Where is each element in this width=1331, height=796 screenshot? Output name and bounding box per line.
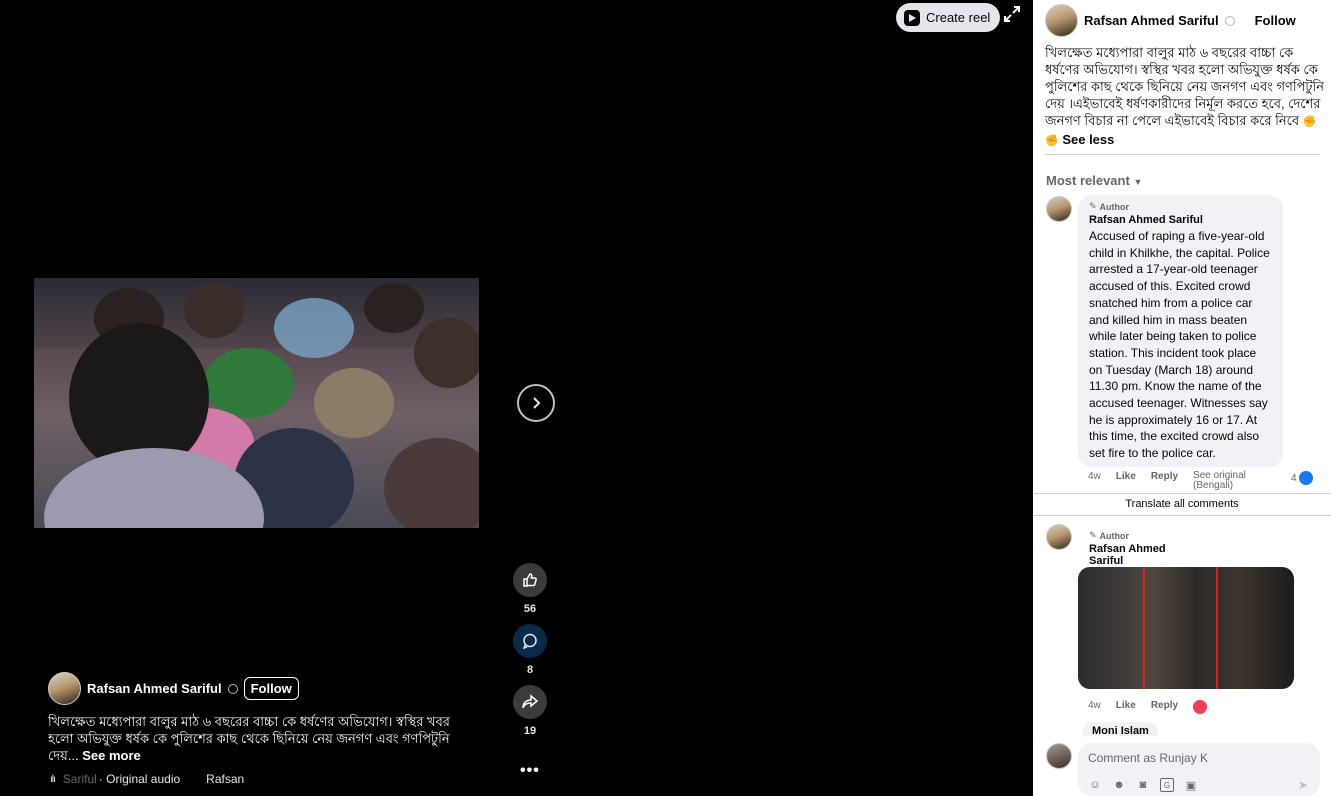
comment-action[interactable]: 8 xyxy=(512,624,548,676)
sort-label: Most relevant xyxy=(1046,173,1130,188)
reaction-count-value: 4 xyxy=(1291,472,1297,484)
divider xyxy=(1045,154,1320,155)
comments-panel: Rafsan Ahmed Sariful Follow খিলক্ষেত মধ্… xyxy=(1033,0,1331,796)
comment-icon xyxy=(522,633,537,649)
video-area: Create reel 56 8 19 ••• Rafsan Ahmed Sar… xyxy=(0,0,1033,796)
sort-dropdown[interactable]: Most relevant ▼ xyxy=(1046,173,1142,188)
pencil-icon: ✎ xyxy=(1089,530,1097,540)
comment-time[interactable]: 4w xyxy=(1088,700,1101,714)
like-reaction-icon xyxy=(1298,471,1313,485)
overlay-caption: খিলক্ষেত মধ্যেপারা বালুর মাঠ ৬ বছরের বাচ… xyxy=(48,713,458,764)
comment-composer: ☺ ☻ ◙ G ▣ ➤ xyxy=(1033,736,1331,796)
comment-actions: 4w Like Reply xyxy=(1088,700,1208,714)
comment-text: Accused of raping a five-year-old child … xyxy=(1089,229,1270,461)
share-icon xyxy=(522,694,538,709)
reel-icon xyxy=(904,9,920,26)
audio-wave-icon: ılı xyxy=(50,773,56,785)
overlay-follow-button[interactable]: Follow xyxy=(243,677,299,700)
comment-author[interactable]: Rafsan Ahmed Sariful xyxy=(1089,214,1272,226)
camera-icon[interactable]: ◙ xyxy=(1136,778,1150,792)
next-video-button[interactable] xyxy=(517,384,555,422)
image-divider xyxy=(1216,567,1218,689)
audio-label: · Original audio xyxy=(98,772,181,786)
caret-down-icon: ▼ xyxy=(1133,177,1143,187)
comment-reply-button[interactable]: Reply xyxy=(1151,471,1178,491)
comment-bubble: ✎ Author Rafsan Ahmed Sariful Accused of… xyxy=(1078,195,1283,467)
audio-user: Rafsan xyxy=(206,772,245,786)
see-original-link[interactable]: See original (Bengali) xyxy=(1193,471,1263,491)
pencil-icon: ✎ xyxy=(1089,201,1097,211)
comment-actions: 4w Like Reply See original (Bengali) xyxy=(1088,471,1263,491)
send-icon[interactable]: ➤ xyxy=(1298,778,1308,792)
comment-button[interactable] xyxy=(513,624,547,658)
reaction-count[interactable]: 4 xyxy=(1291,471,1313,485)
comment-avatar[interactable] xyxy=(1046,196,1072,222)
panel-header: Rafsan Ahmed Sariful Follow xyxy=(1045,4,1296,37)
comment-input[interactable] xyxy=(1088,751,1308,765)
post-text: খিলক্ষেত মধ্যেপারা বালুর মাঠ ৬ বছরের বাচ… xyxy=(1045,44,1325,150)
more-options-icon[interactable]: ••• xyxy=(520,762,540,780)
globe-icon xyxy=(227,683,238,694)
expand-icon[interactable] xyxy=(1003,5,1021,23)
comment-reply-button[interactable]: Reply xyxy=(1151,700,1178,714)
divider xyxy=(1033,515,1331,516)
create-reel-button[interactable]: Create reel xyxy=(896,3,1001,32)
comment-author[interactable]: Rafsan Ahmed Sariful xyxy=(1089,543,1177,567)
post-body: খিলক্ষেত মধ্যেপারা বালুর মাঠ ৬ বছরের বাচ… xyxy=(1045,45,1324,128)
share-count: 19 xyxy=(523,725,537,737)
create-reel-label: Create reel xyxy=(926,10,991,25)
sticker-icon[interactable]: ▣ xyxy=(1184,778,1198,792)
video-frame[interactable] xyxy=(34,278,479,528)
emoji-icon[interactable]: ☻ xyxy=(1112,778,1126,792)
panel-follow-button[interactable]: Follow xyxy=(1255,13,1296,28)
comment-box[interactable]: ☺ ☻ ◙ G ▣ ➤ xyxy=(1078,743,1320,796)
like-action[interactable]: 56 xyxy=(512,563,548,615)
see-more-link[interactable]: See more xyxy=(82,748,141,763)
comment-like-button[interactable]: Like xyxy=(1116,471,1136,491)
see-less-link[interactable]: See less xyxy=(1062,132,1114,147)
like-button[interactable] xyxy=(513,563,547,597)
author-tag: ✎ Author xyxy=(1089,530,1177,541)
divider xyxy=(1033,493,1331,494)
chevron-right-icon xyxy=(533,397,541,409)
composer-tools: ☺ ☻ ◙ G ▣ xyxy=(1088,778,1198,792)
image-divider xyxy=(1143,567,1145,689)
like-count: 56 xyxy=(523,603,537,615)
avatar[interactable] xyxy=(1045,4,1078,37)
comment-bubble: ✎ Author Rafsan Ahmed Sariful xyxy=(1078,524,1188,567)
author-tag: ✎ Author xyxy=(1089,201,1272,212)
comment-time[interactable]: 4w xyxy=(1088,471,1101,491)
avatar-sticker-icon[interactable]: ☺ xyxy=(1088,778,1102,792)
gif-icon[interactable]: G xyxy=(1160,778,1174,792)
audio-row[interactable]: ılı Sariful · Original audio Rafsan xyxy=(50,772,244,786)
comment-image[interactable] xyxy=(1078,567,1294,689)
avatar[interactable] xyxy=(1046,743,1072,769)
author-tag-label: Author xyxy=(1099,201,1130,212)
translate-all-button[interactable]: Translate all comments xyxy=(1033,498,1331,510)
audio-author: Sariful xyxy=(62,772,97,786)
panel-author-name[interactable]: Rafsan Ahmed Sariful xyxy=(1084,13,1219,28)
globe-icon xyxy=(1224,15,1235,26)
comment-avatar[interactable] xyxy=(1046,524,1072,550)
share-action[interactable]: 19 xyxy=(512,685,548,737)
overlay-author-row: Rafsan Ahmed Sariful Follow xyxy=(48,672,299,705)
avatar[interactable] xyxy=(48,672,81,705)
like-icon xyxy=(523,573,537,587)
heart-reaction-icon[interactable] xyxy=(1193,700,1208,714)
overlay-author-name[interactable]: Rafsan Ahmed Sariful xyxy=(87,681,222,696)
share-button[interactable] xyxy=(513,685,547,719)
comment-like-button[interactable]: Like xyxy=(1116,700,1136,714)
author-tag-label: Author xyxy=(1099,530,1130,541)
comment-count: 8 xyxy=(526,664,534,676)
